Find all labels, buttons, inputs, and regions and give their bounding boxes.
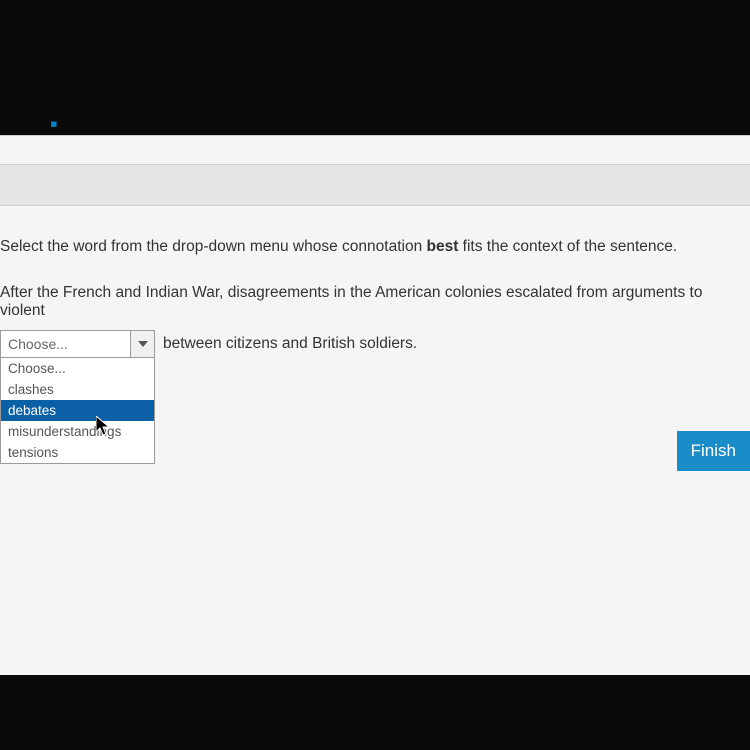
dropdown-option-misunderstandings[interactable]: misunderstandings (1, 421, 154, 442)
gray-header-bar (0, 164, 750, 206)
sentence-part2: between citizens and British soldiers. (163, 330, 417, 353)
dropdown-list: Choose... clashes debates misunderstandi… (0, 358, 155, 464)
sentence-inline-row: Choose... Choose... clashes debates misu… (0, 330, 750, 358)
dropdown-selected-text: Choose... (1, 336, 130, 352)
finish-button[interactable]: Finish (677, 431, 750, 471)
sentence-part1: After the French and Indian War, disagre… (0, 284, 750, 320)
chevron-down-icon (130, 331, 154, 357)
dropdown-option-tensions[interactable]: tensions (1, 442, 154, 463)
finish-label: Finish (691, 441, 736, 460)
header-peek: ▪ (50, 111, 58, 137)
dropdown-option-debates[interactable]: debates (1, 400, 154, 421)
bottom-black-bar (0, 675, 750, 750)
dropdown-option-clashes[interactable]: clashes (1, 379, 154, 400)
top-black-bar (0, 0, 750, 135)
page-container: ▪ Select the word from the drop-down men… (0, 135, 750, 675)
dropdown-select[interactable]: Choose... (0, 330, 155, 358)
instruction-prefix: Select the word from the drop-down menu … (0, 238, 427, 255)
dropdown-option-choose[interactable]: Choose... (1, 358, 154, 379)
instruction-text: Select the word from the drop-down menu … (0, 238, 750, 256)
dropdown-wrapper: Choose... Choose... clashes debates misu… (0, 330, 155, 358)
instruction-suffix: fits the context of the sentence. (458, 238, 677, 255)
content-area: Select the word from the drop-down menu … (0, 206, 750, 358)
instruction-bold: best (427, 238, 459, 255)
